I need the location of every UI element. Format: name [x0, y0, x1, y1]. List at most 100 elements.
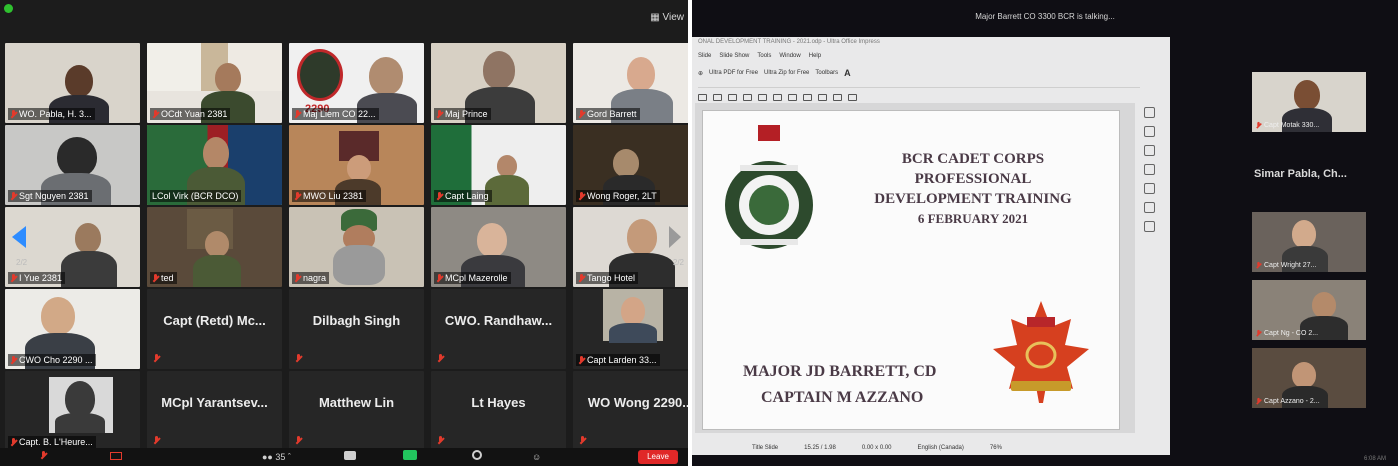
participant-tile[interactable]: Capt. B. L'Heure...: [5, 371, 140, 451]
leave-button[interactable]: Leave: [638, 450, 678, 464]
participant-tile[interactable]: WO. Pabla, H. 3...: [5, 43, 140, 123]
muted-mic-icon: [437, 354, 444, 363]
participant-tile[interactable]: Wong Roger, 2LT: [573, 125, 688, 205]
participant-name: Capt. B. L'Heure...: [8, 436, 96, 448]
menu-help[interactable]: Help: [809, 53, 821, 59]
participants-icon: ●●: [262, 452, 273, 462]
participant-name: Capt Azzano - 2...: [1255, 397, 1320, 406]
status-size: 0.00 x 0.00: [861, 445, 892, 451]
status-zoom[interactable]: 76%: [990, 445, 1002, 451]
participant-name: Maj Liem CO 22...: [292, 108, 379, 120]
slide-transition-icon[interactable]: [1144, 126, 1155, 137]
status-view: Title Slide: [752, 445, 779, 451]
toolbar-item[interactable]: Ultra Zip for Free: [764, 70, 809, 76]
participant-tile[interactable]: Gord Barrett: [573, 43, 688, 123]
participant-tile[interactable]: Capt Motak 330...: [1252, 72, 1366, 132]
navigator-icon[interactable]: [1144, 221, 1155, 232]
symbol-icon[interactable]: [788, 94, 797, 101]
muted-mic-icon: [10, 191, 17, 201]
participant-tile-video-off[interactable]: Dilbagh Singh: [289, 289, 424, 369]
participant-name: Gord Barrett: [576, 108, 640, 120]
shapes-icon[interactable]: [773, 94, 782, 101]
participant-tile[interactable]: MCpl Mazerolle: [431, 207, 566, 287]
security-shield-icon[interactable]: [4, 4, 13, 13]
styles-icon[interactable]: [1144, 183, 1155, 194]
slide-date: 6 FEBRUARY 2021: [917, 211, 1029, 226]
participant-tile[interactable]: Maj Prince: [431, 43, 566, 123]
muted-mic-icon: [153, 354, 160, 363]
menu-window[interactable]: Window: [779, 53, 800, 59]
curve-icon[interactable]: [743, 94, 752, 101]
flowchart-icon[interactable]: [818, 94, 827, 101]
participant-tile[interactable]: Capt Azzano - 2...: [1252, 348, 1366, 408]
participant-tile[interactable]: OCdt Yuan 2381: [147, 43, 282, 123]
menu-slide[interactable]: Slide: [698, 53, 711, 59]
record-icon: [472, 450, 482, 460]
muted-mic-icon: [295, 436, 302, 445]
muted-mic-icon: [10, 355, 17, 365]
connector-icon[interactable]: [758, 94, 767, 101]
slide[interactable]: BCR CADET CORPS PROFESSIONAL DEVELOPMENT…: [703, 111, 1119, 429]
participant-name: I Yue 2381: [8, 272, 65, 284]
line-icon[interactable]: [728, 94, 737, 101]
participant-tile[interactable]: ted: [147, 207, 282, 287]
participant-tile[interactable]: nagra: [289, 207, 424, 287]
menu-slide-show[interactable]: Slide Show: [719, 53, 749, 59]
zoom-icon[interactable]: ⊕: [698, 70, 703, 77]
muted-mic-icon: [578, 355, 585, 365]
participant-name: Capt (Retd) Mc...: [163, 313, 266, 328]
participant-tile-active-speaker[interactable]: LCol Virk (BCR DCO): [147, 125, 282, 205]
participant-tile-video-off[interactable]: Capt (Retd) Mc...: [147, 289, 282, 369]
menu-tools[interactable]: Tools: [757, 53, 771, 59]
text-format-icon[interactable]: A: [844, 68, 851, 78]
participant-tile[interactable]: CWO Cho 2290 ...: [5, 289, 140, 369]
share-screen-button[interactable]: [403, 450, 417, 464]
participant-tile[interactable]: Sgt Nguyen 2381: [5, 125, 140, 205]
participant-tile[interactable]: Capt Ng - CO 2...: [1252, 280, 1366, 340]
participant-name: Capt Wright 27...: [1255, 261, 1316, 270]
muted-mic-icon: [436, 191, 443, 201]
arrow-shapes-icon[interactable]: [803, 94, 812, 101]
ellipse-icon[interactable]: [713, 94, 722, 101]
participant-tile[interactable]: 2290 Maj Liem CO 22...: [289, 43, 424, 123]
chat-button[interactable]: [344, 450, 356, 464]
view-button[interactable]: ▦ View: [650, 12, 684, 23]
participant-tile-video-off[interactable]: WO Wong 2290...: [573, 371, 688, 451]
participant-tile-video-off[interactable]: MCpl Yarantsev...: [147, 371, 282, 451]
participant-tile-video-off[interactable]: CWO. Randhaw...: [431, 289, 566, 369]
gallery-icon[interactable]: [1144, 202, 1155, 213]
status-position: 15.25 / 1.98: [804, 445, 836, 451]
participant-name-tile[interactable]: Simar Pabla, Ch...: [1254, 168, 1347, 180]
properties-icon[interactable]: [1144, 107, 1155, 118]
meeting-toolbar: ●● 35 ˆ ☺ Leave: [0, 448, 688, 466]
rectangle-icon[interactable]: [698, 94, 707, 101]
video-button[interactable]: [110, 450, 122, 464]
slide-editor[interactable]: BCR CADET CORPS PROFESSIONAL DEVELOPMENT…: [695, 103, 1135, 433]
participant-name: WO. Pabla, H. 3...: [8, 108, 95, 120]
slide-signature-line: MAJOR JD BARRETT, CD: [743, 363, 937, 380]
master-slides-icon[interactable]: [1144, 164, 1155, 175]
reactions-button[interactable]: ☺: [532, 450, 541, 464]
participant-name: Matthew Lin: [318, 395, 395, 410]
muted-mic-icon: [10, 273, 17, 283]
toolbar-item[interactable]: Ultra PDF for Free: [709, 70, 758, 76]
previous-page-button[interactable]: 2/2: [6, 210, 34, 272]
participants-button[interactable]: ●● 35 ˆ: [262, 450, 291, 464]
toolbar-item[interactable]: Toolbars: [815, 70, 838, 76]
record-button[interactable]: [472, 450, 482, 464]
muted-mic-icon: [40, 451, 47, 460]
participant-tile[interactable]: Capt Larden 33...: [573, 289, 688, 369]
mute-button[interactable]: [40, 450, 47, 464]
animation-icon[interactable]: [1144, 145, 1155, 156]
star-icon[interactable]: [848, 94, 857, 101]
participant-tile[interactable]: Capt Wright 27...: [1252, 212, 1366, 272]
participant-tile[interactable]: MWO Liu 2381: [289, 125, 424, 205]
callout-icon[interactable]: [833, 94, 842, 101]
participant-tile-video-off[interactable]: Lt Hayes: [431, 371, 566, 451]
next-page-button[interactable]: 2/2: [666, 210, 684, 272]
grid-icon: ▦: [650, 12, 660, 23]
status-language[interactable]: English (Canada): [918, 445, 964, 451]
participant-tile[interactable]: Capt Laing: [431, 125, 566, 205]
participant-tile-video-off[interactable]: Matthew Lin: [289, 371, 424, 451]
slide-title-line: PROFESSIONAL: [914, 171, 1032, 187]
